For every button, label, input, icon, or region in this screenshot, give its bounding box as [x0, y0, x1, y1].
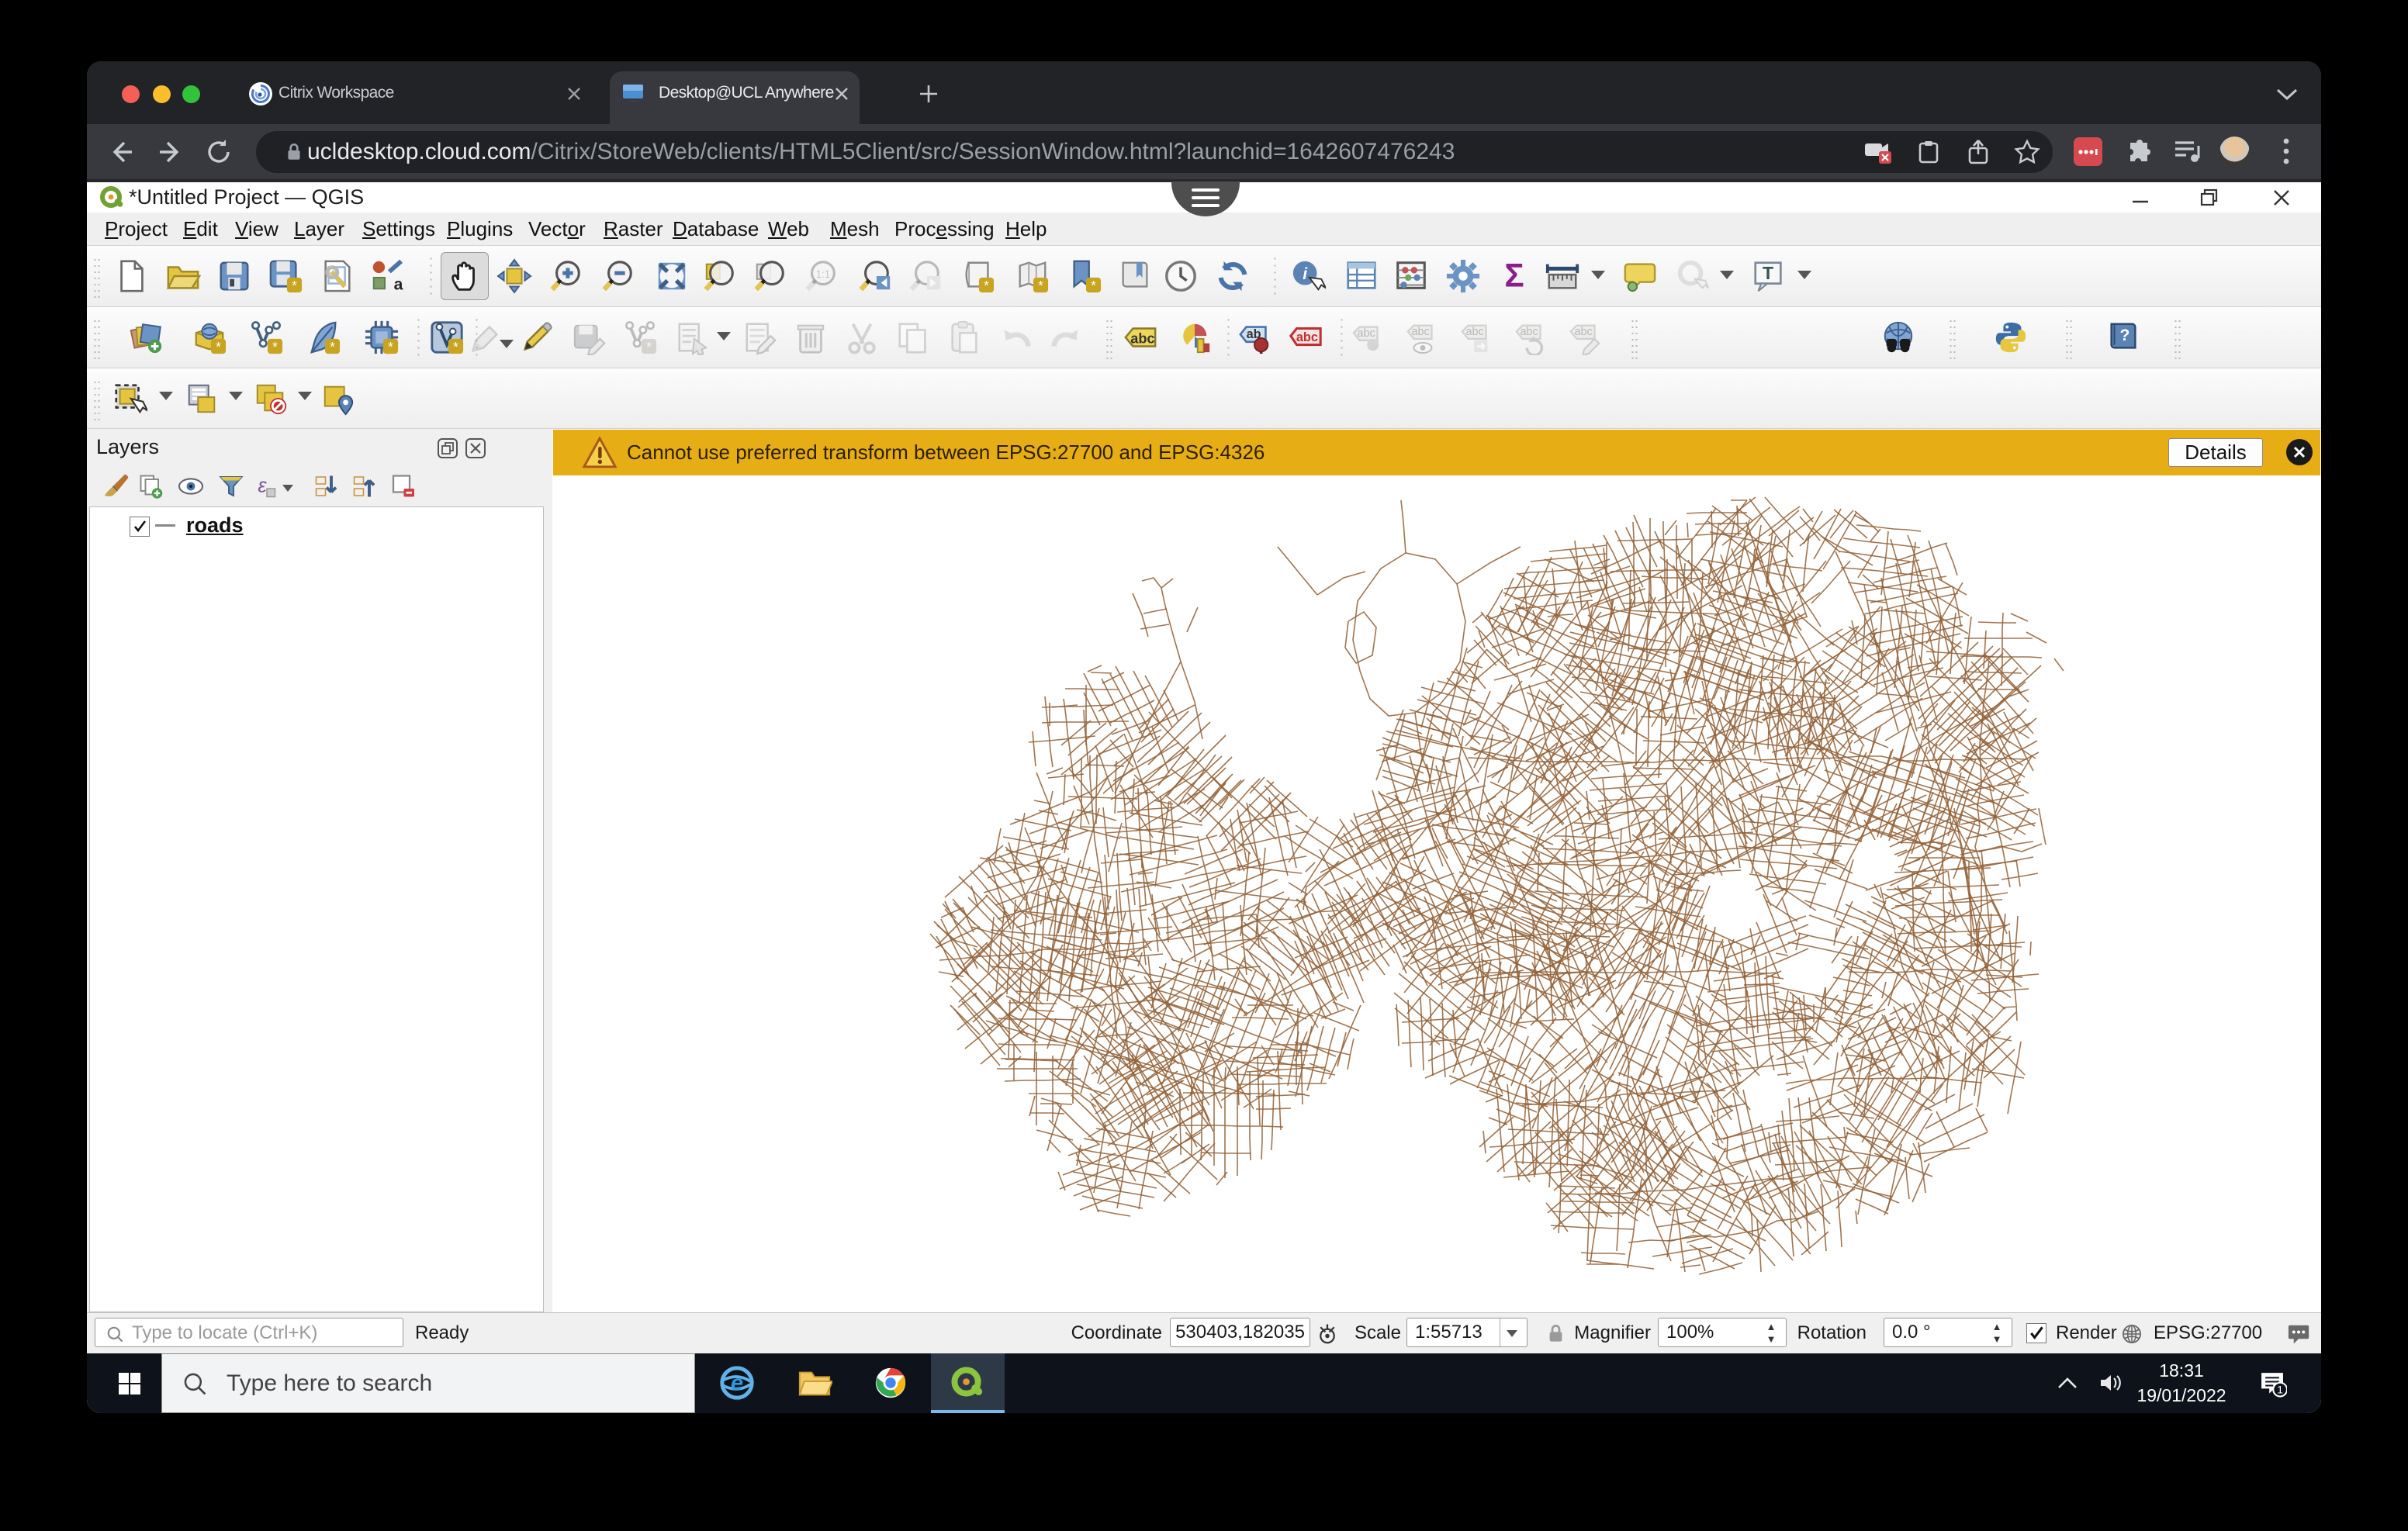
- svg-text:1: 1: [2277, 1384, 2283, 1396]
- svg-text:*: *: [292, 278, 297, 293]
- svg-text:abc: abc: [1130, 331, 1154, 347]
- svg-text:?: ?: [2119, 327, 2129, 344]
- svg-text:Σ: Σ: [1504, 258, 1524, 293]
- svg-text:abc: abc: [1358, 327, 1375, 340]
- svg-text:ε: ε: [258, 475, 267, 497]
- svg-text:abc: abc: [1412, 326, 1430, 338]
- svg-text:*: *: [1091, 278, 1096, 293]
- svg-text:*: *: [453, 339, 458, 354]
- svg-text:*: *: [388, 339, 393, 354]
- svg-text:1:1: 1:1: [816, 268, 831, 280]
- svg-text:abc: abc: [1575, 326, 1593, 338]
- svg-text:abc: abc: [1296, 330, 1318, 344]
- svg-text:*: *: [272, 339, 278, 354]
- svg-text:abc: abc: [1466, 326, 1484, 338]
- svg-text:*: *: [330, 339, 335, 354]
- svg-text:T: T: [1763, 263, 1773, 283]
- svg-text:*: *: [646, 339, 652, 354]
- svg-text:*: *: [216, 339, 221, 354]
- svg-text:*: *: [1038, 278, 1043, 293]
- svg-text:*: *: [984, 278, 989, 293]
- svg-text:a: a: [394, 275, 403, 293]
- svg-text:abc: abc: [1521, 326, 1538, 338]
- svg-text:e: e: [731, 1371, 743, 1396]
